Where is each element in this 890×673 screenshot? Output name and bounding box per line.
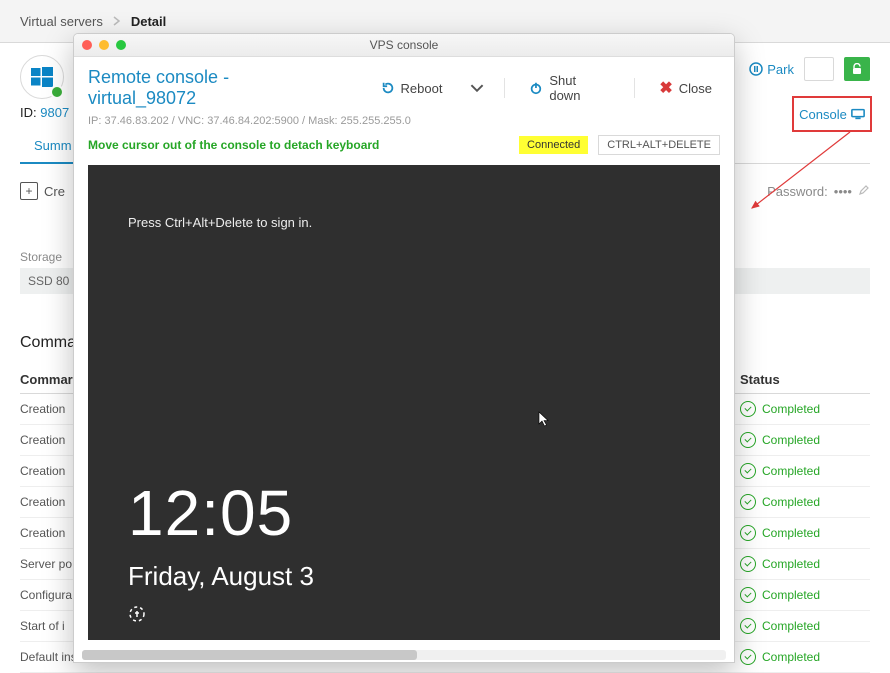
os-logo-windows	[20, 55, 64, 99]
horizontal-scrollbar[interactable]	[82, 650, 726, 660]
ctrl-alt-delete-button[interactable]: CTRL+ALT+DELETE	[598, 135, 720, 155]
reboot-button[interactable]: Reboot	[373, 77, 451, 100]
check-icon	[740, 401, 756, 417]
breadcrumb-root[interactable]: Virtual servers	[20, 14, 103, 29]
check-icon	[740, 432, 756, 448]
scrollbar-thumb[interactable]	[82, 650, 417, 660]
check-icon	[740, 587, 756, 603]
lock-screen-date: Friday, August 3	[128, 561, 314, 592]
console-button[interactable]: Console	[792, 96, 872, 132]
detach-hint: Move cursor out of the console to detach…	[88, 138, 379, 152]
check-icon	[740, 556, 756, 572]
status-dot-online	[50, 85, 64, 99]
edit-password-icon[interactable]	[858, 184, 870, 199]
connection-meta: IP: 37.46.83.202 / VNC: 37.46.84.202:590…	[74, 115, 734, 131]
window-close-icon[interactable]	[82, 40, 92, 50]
cmd-status: Completed	[740, 401, 870, 417]
chevron-right-icon	[113, 14, 121, 29]
cmd-status: Completed	[740, 649, 870, 665]
cmd-status: Completed	[740, 587, 870, 603]
check-icon	[740, 525, 756, 541]
create-action[interactable]: + Cre	[20, 182, 65, 200]
mouse-cursor-icon	[538, 411, 550, 430]
close-icon: ✖	[659, 78, 672, 98]
modal-title: Remote console - virtual_98072	[88, 67, 341, 109]
check-icon	[740, 494, 756, 510]
cmd-status: Completed	[740, 556, 870, 572]
check-icon	[740, 618, 756, 634]
remote-screen[interactable]: Press Ctrl+Alt+Delete to sign in. 12:05 …	[88, 165, 720, 640]
reboot-dropdown-caret[interactable]	[466, 77, 488, 99]
lock-screen-time: 12:05	[128, 476, 293, 550]
col-status-header: Status	[740, 372, 870, 387]
breadcrumb-current: Detail	[131, 14, 166, 29]
shutdown-button[interactable]: Shut down	[521, 69, 618, 107]
window-zoom-icon[interactable]	[116, 40, 126, 50]
ease-of-access-icon[interactable]	[128, 605, 146, 626]
modal-titlebar[interactable]: VPS console	[74, 34, 734, 57]
check-icon	[740, 649, 756, 665]
modal-window-title: VPS console	[370, 38, 439, 52]
plus-icon: +	[20, 182, 38, 200]
park-action[interactable]: Park	[749, 62, 794, 77]
check-icon	[740, 463, 756, 479]
server-id-link[interactable]: 9807	[40, 105, 69, 120]
cmd-status: Completed	[740, 618, 870, 634]
status-connected: Connected	[519, 136, 588, 154]
lock-button[interactable]	[844, 57, 870, 81]
password-field: Password: ••••	[767, 184, 870, 199]
signin-prompt: Press Ctrl+Alt+Delete to sign in.	[128, 215, 312, 230]
cmd-status: Completed	[740, 463, 870, 479]
cmd-status: Completed	[740, 525, 870, 541]
park-input[interactable]	[804, 57, 834, 81]
park-label: Park	[767, 62, 794, 77]
vps-console-modal: VPS console Remote console - virtual_980…	[73, 33, 735, 663]
cmd-status: Completed	[740, 432, 870, 448]
monitor-icon	[851, 108, 865, 120]
cmd-status: Completed	[740, 494, 870, 510]
close-button[interactable]: ✖ Close	[651, 74, 720, 102]
window-minimize-icon[interactable]	[99, 40, 109, 50]
